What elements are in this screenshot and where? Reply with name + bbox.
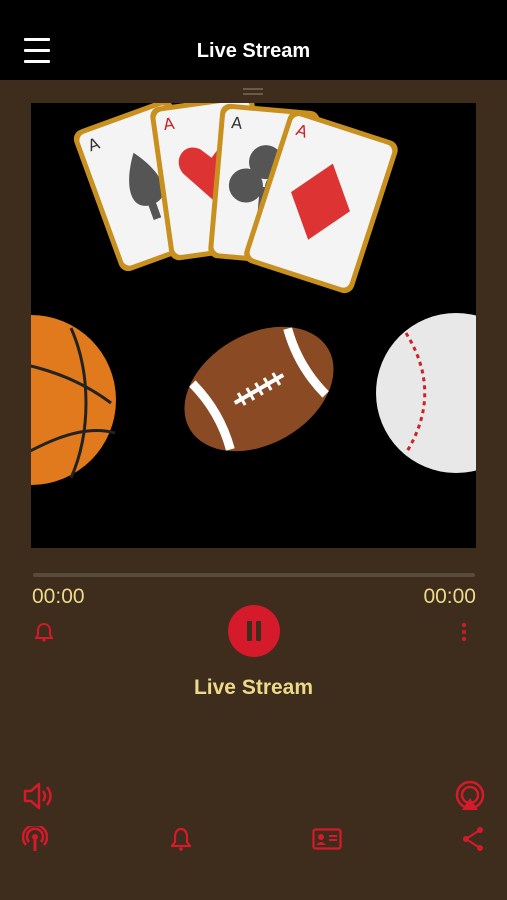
svg-text:A: A	[231, 113, 244, 133]
page-title: Live Stream	[196, 40, 311, 62]
basketball	[31, 315, 116, 485]
contact-card-icon[interactable]	[312, 828, 342, 850]
bottom-bell-icon[interactable]	[169, 827, 193, 851]
bell-icon[interactable]	[34, 622, 54, 642]
vertical-ellipsis-icon[interactable]	[460, 622, 468, 642]
baseball	[376, 313, 476, 473]
speaker-icon[interactable]	[23, 782, 55, 810]
elapsed-time: 00:00	[32, 585, 85, 608]
pause-button[interactable]	[228, 605, 280, 657]
duration-time: 00:00	[423, 585, 476, 608]
stream-artwork: A A A A	[31, 103, 476, 548]
airplay-icon[interactable]	[454, 780, 486, 812]
drag-handle[interactable]	[243, 88, 263, 96]
playback-progress-bar[interactable]	[33, 573, 475, 577]
now-playing-title: Live Stream	[193, 676, 314, 699]
share-icon[interactable]	[461, 826, 485, 852]
podcast-icon[interactable]	[21, 823, 49, 852]
top-bar: Live Stream	[0, 0, 507, 80]
american-football	[184, 326, 334, 452]
